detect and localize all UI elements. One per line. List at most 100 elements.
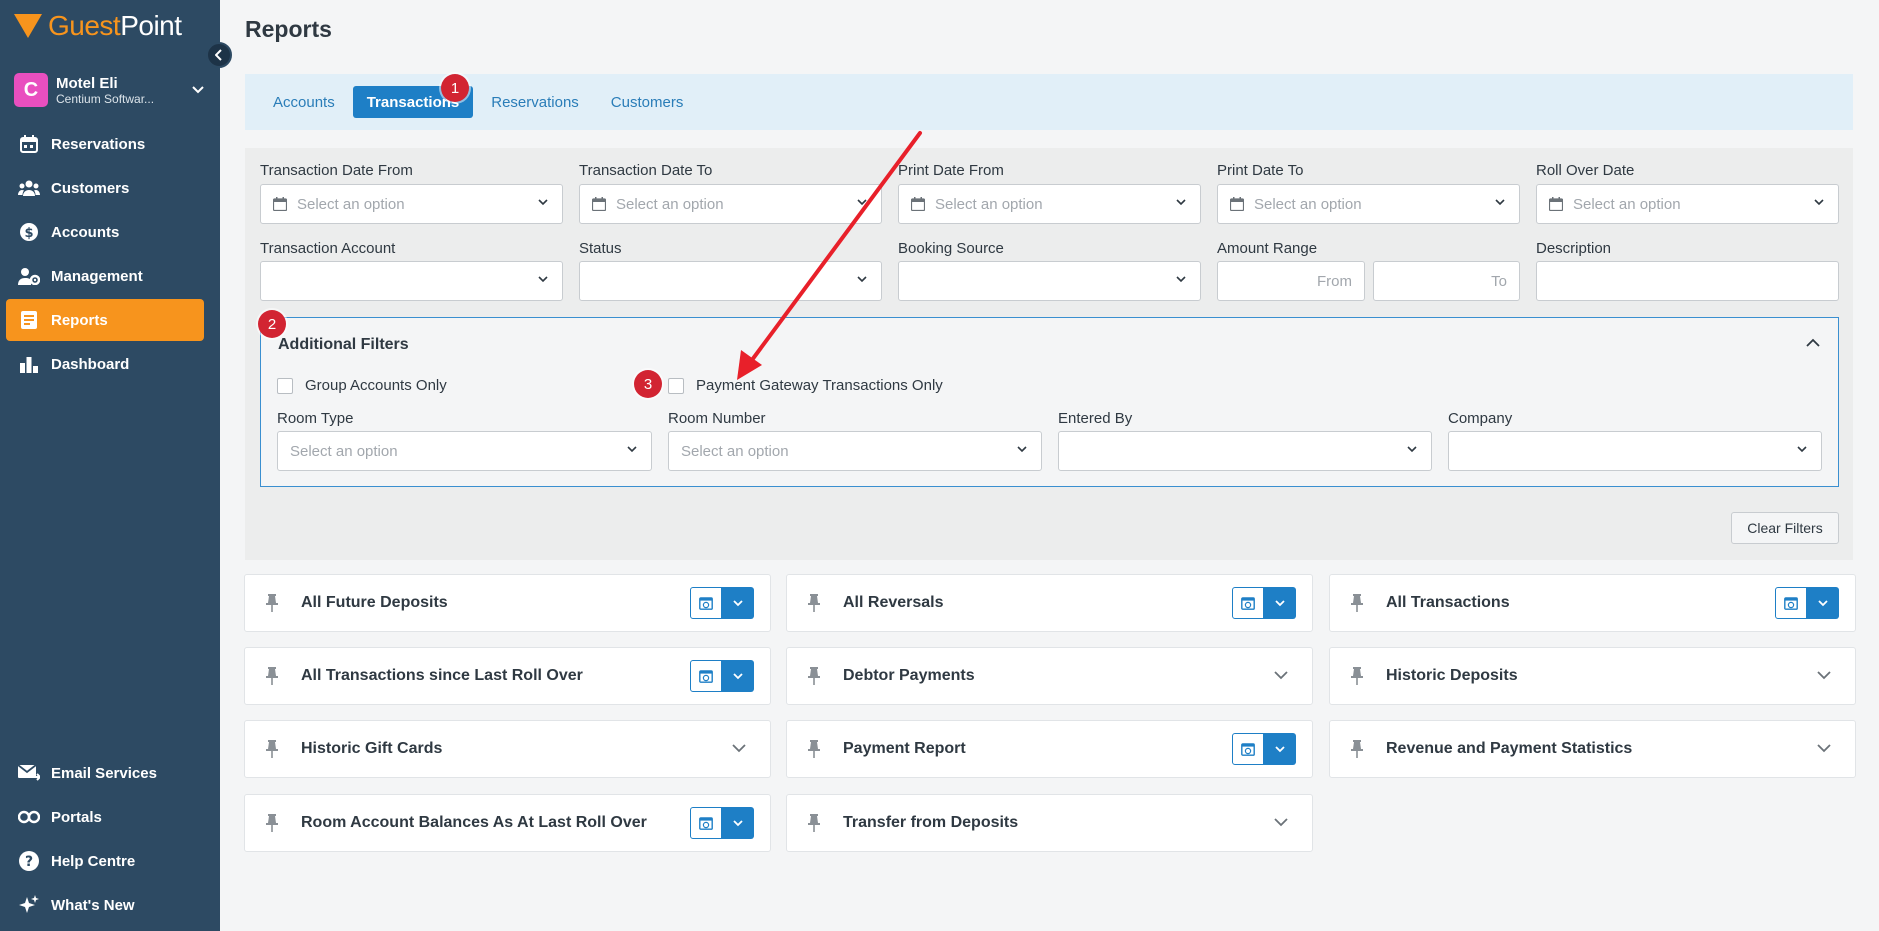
report-card-room-account-balances-as-at-last-roll-over[interactable]: Room Account Balances As At Last Roll Ov… — [244, 794, 771, 852]
sidebar-item-email-services[interactable]: Email Services — [6, 752, 204, 794]
pin-icon[interactable] — [1350, 740, 1364, 758]
transaction-date-from-select[interactable]: Select an option — [260, 184, 563, 224]
print-date-from-select[interactable]: Select an option — [898, 184, 1201, 224]
chevron-down-icon[interactable] — [1817, 743, 1831, 753]
report-title[interactable]: Historic Deposits — [1386, 667, 1518, 685]
report-card-revenue-and-payment-statistics[interactable]: Revenue and Payment Statistics — [1329, 720, 1856, 778]
chevron-down-icon — [1407, 446, 1417, 453]
tab-reservations[interactable]: Reservations — [477, 86, 593, 118]
pin-icon[interactable] — [265, 740, 279, 758]
report-card-all-future-deposits[interactable]: All Future Deposits — [244, 574, 771, 632]
chevron-up-icon[interactable] — [1806, 338, 1820, 348]
bar-chart-icon — [18, 353, 40, 375]
status-select[interactable] — [579, 261, 882, 301]
sidebar-item-whats-new[interactable]: What's New — [6, 884, 204, 926]
calendar-icon — [1230, 197, 1244, 211]
report-title[interactable]: Revenue and Payment Statistics — [1386, 740, 1632, 758]
pin-icon[interactable] — [265, 814, 279, 832]
report-card-historic-gift-cards[interactable]: Historic Gift Cards — [244, 720, 771, 778]
checkbox-box[interactable] — [277, 377, 293, 394]
report-card-payment-report[interactable]: Payment Report — [786, 720, 1313, 778]
schedule-report-button[interactable] — [690, 660, 722, 692]
report-title[interactable]: All Future Deposits — [301, 594, 448, 612]
schedule-report-button[interactable] — [1232, 733, 1264, 765]
report-options-dropdown-button[interactable] — [1264, 587, 1296, 619]
tab-accounts[interactable]: Accounts — [259, 86, 349, 118]
calendar-icon — [1549, 197, 1563, 211]
sidebar-item-accounts[interactable]: $ Accounts — [6, 211, 204, 253]
report-title[interactable]: All Transactions since Last Roll Over — [301, 667, 583, 685]
print-date-to-select[interactable]: Select an option — [1217, 184, 1520, 224]
room-number-select[interactable]: Select an option — [668, 431, 1042, 471]
report-card-transfer-from-deposits[interactable]: Transfer from Deposits — [786, 794, 1313, 852]
logo-text-part1: Guest — [48, 10, 121, 41]
sidebar-item-management[interactable]: Management — [6, 255, 204, 297]
pin-icon[interactable] — [1350, 594, 1364, 612]
report-title[interactable]: Room Account Balances As At Last Roll Ov… — [301, 814, 647, 832]
property-switcher[interactable]: C Motel Eli Centium Softwar... — [14, 73, 204, 107]
chevron-down-icon[interactable] — [1274, 817, 1288, 827]
chevron-down-icon — [538, 276, 548, 283]
entered-by-select[interactable] — [1058, 431, 1432, 471]
pin-icon[interactable] — [1350, 667, 1364, 685]
schedule-report-button[interactable] — [690, 807, 722, 839]
report-title[interactable]: Payment Report — [843, 740, 966, 758]
pin-icon[interactable] — [807, 814, 821, 832]
sidebar-item-customers[interactable]: Customers — [6, 167, 204, 209]
report-card-all-transactions[interactable]: All Transactions — [1329, 574, 1856, 632]
chevron-down-icon — [1275, 746, 1285, 753]
guestpoint-logo[interactable]: GuestPoint — [14, 10, 182, 42]
report-options-dropdown-button[interactable] — [1264, 733, 1296, 765]
sidebar-item-reservations[interactable]: Reservations — [6, 123, 204, 165]
payment-gateway-only-checkbox[interactable]: Payment Gateway Transactions Only — [668, 377, 943, 394]
sidebar-item-label: Dashboard — [51, 355, 130, 373]
chevron-down-icon[interactable] — [1274, 670, 1288, 680]
tab-customers[interactable]: Customers — [597, 86, 698, 118]
report-card-all-transactions-since-last-roll-over[interactable]: All Transactions since Last Roll Over — [244, 647, 771, 705]
report-options-dropdown-button[interactable] — [722, 660, 754, 692]
transaction-date-to-select[interactable]: Select an option — [579, 184, 882, 224]
room-type-select[interactable]: Select an option — [277, 431, 652, 471]
roll-over-date-select[interactable]: Select an option — [1536, 184, 1839, 224]
checkbox-box[interactable] — [668, 377, 684, 394]
report-options-dropdown-button[interactable] — [1807, 587, 1839, 619]
sidebar-item-portals[interactable]: Portals — [6, 796, 204, 838]
report-title[interactable]: Debtor Payments — [843, 667, 975, 685]
transaction-account-select[interactable] — [260, 261, 563, 301]
report-card-all-reversals[interactable]: All Reversals — [786, 574, 1313, 632]
logo-text-part2: Point — [120, 10, 182, 41]
sidebar-item-reports[interactable]: Reports — [6, 299, 204, 341]
pin-icon[interactable] — [807, 667, 821, 685]
chevron-down-icon[interactable] — [1817, 670, 1831, 680]
amount-range-from-input[interactable]: From — [1217, 261, 1365, 301]
sidebar-collapse-button[interactable] — [206, 42, 232, 68]
report-card-debtor-payments[interactable]: Debtor Payments — [786, 647, 1313, 705]
pin-icon[interactable] — [807, 594, 821, 612]
report-title[interactable]: All Transactions — [1386, 594, 1510, 612]
company-select[interactable] — [1448, 431, 1822, 471]
description-input[interactable] — [1536, 261, 1839, 301]
svg-text:?: ? — [25, 854, 33, 870]
calendar-clock-icon — [1241, 743, 1255, 756]
group-accounts-only-checkbox[interactable]: Group Accounts Only — [277, 377, 447, 394]
clear-filters-button[interactable]: Clear Filters — [1731, 512, 1839, 544]
pin-icon[interactable] — [807, 740, 821, 758]
report-card-historic-deposits[interactable]: Historic Deposits — [1329, 647, 1856, 705]
chevron-down-icon — [1814, 199, 1824, 206]
chevron-down-icon[interactable] — [732, 743, 746, 753]
amount-range-to-input[interactable]: To — [1373, 261, 1520, 301]
chevron-down-icon — [733, 600, 743, 607]
sidebar-item-dashboard[interactable]: Dashboard — [6, 343, 204, 385]
booking-source-select[interactable] — [898, 261, 1201, 301]
schedule-report-button[interactable] — [1232, 587, 1264, 619]
report-options-dropdown-button[interactable] — [722, 807, 754, 839]
report-options-dropdown-button[interactable] — [722, 587, 754, 619]
pin-icon[interactable] — [265, 667, 279, 685]
report-title[interactable]: Historic Gift Cards — [301, 740, 442, 758]
report-title[interactable]: Transfer from Deposits — [843, 814, 1018, 832]
report-title[interactable]: All Reversals — [843, 594, 944, 612]
sidebar-item-help-centre[interactable]: ? Help Centre — [6, 840, 204, 882]
schedule-report-button[interactable] — [690, 587, 722, 619]
schedule-report-button[interactable] — [1775, 587, 1807, 619]
pin-icon[interactable] — [265, 594, 279, 612]
